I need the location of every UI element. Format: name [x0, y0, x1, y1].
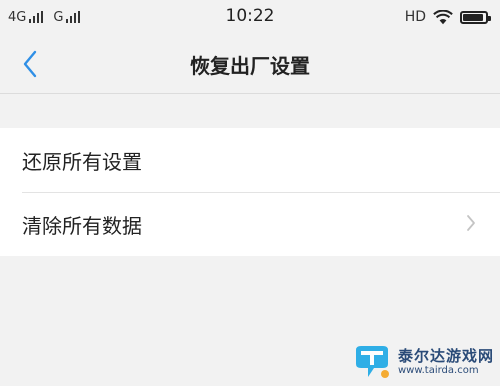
page-title: 恢复出厂设置 [190, 54, 310, 78]
watermark: 泰尔达游戏网 www.tairda.com [352, 344, 494, 380]
erase-all-data-item[interactable]: 清除所有数据 [0, 192, 500, 256]
battery-icon [460, 10, 491, 24]
reset-all-settings-item[interactable]: 还原所有设置 [0, 128, 500, 192]
list-item-label: 还原所有设置 [22, 149, 142, 174]
hd-label: HD [404, 9, 426, 25]
status-right: HD [404, 7, 491, 27]
watermark-url: www.tairda.com [397, 364, 479, 376]
battery-level [463, 13, 483, 21]
settings-list: 还原所有设置 清除所有数据 [0, 128, 500, 256]
list-item-label: 清除所有数据 [22, 213, 142, 238]
status-bar: 4G G 10:22 HD [0, 0, 500, 34]
chevron-right-icon [467, 215, 475, 231]
navigation-bar: 恢复出厂设置 [0, 34, 500, 94]
watermark-name: 泰尔达游戏网 [397, 347, 494, 366]
tairda-logo-icon [355, 346, 389, 378]
watermark-text: 泰尔达游戏网 www.tairda.com [398, 348, 494, 376]
wifi-icon [433, 9, 453, 24]
